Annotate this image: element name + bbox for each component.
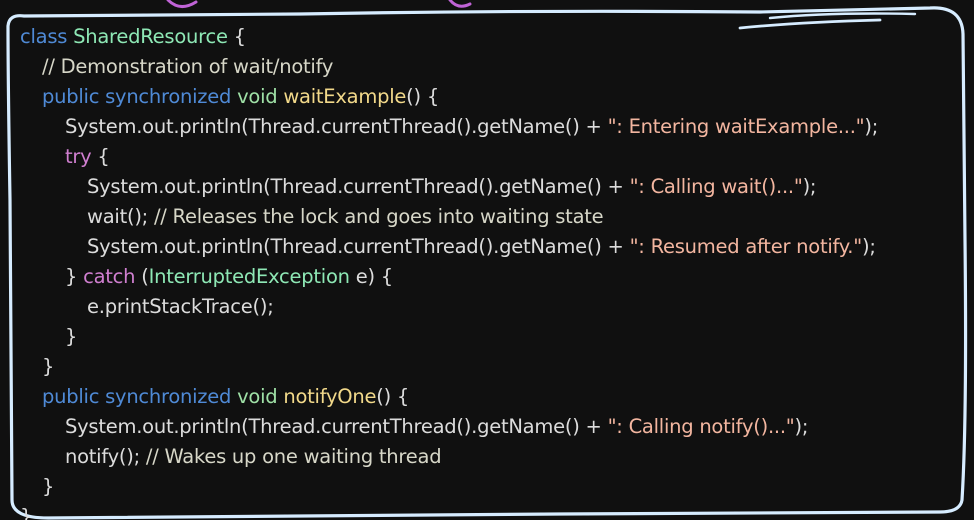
code-token-plain: System.out.println(Thread.currentThread(… [65, 415, 608, 438]
code-line: notify(); // Wakes up one waiting thread [20, 442, 950, 472]
top-scribble-left [166, 0, 198, 8]
code-token-type: void [237, 85, 284, 108]
code-line: System.out.println(Thread.currentThread(… [20, 172, 950, 202]
top-scribble-right [448, 0, 472, 8]
code-token-plain: } [65, 325, 78, 348]
code-line: public synchronized void notifyOne() { [20, 382, 950, 412]
code-line: System.out.println(Thread.currentThread(… [20, 112, 950, 142]
code-token-plain: } [42, 475, 55, 498]
code-token-plain: { [91, 145, 110, 168]
code-line: System.out.println(Thread.currentThread(… [20, 412, 950, 442]
code-token-comment: // Demonstration of wait/notify [42, 55, 334, 78]
code-token-plain: } [20, 505, 33, 520]
code-line: wait(); // Releases the lock and goes in… [20, 202, 950, 232]
code-token-method: waitExample [283, 85, 407, 108]
code-token-plain: System.out.println(Thread.currentThread(… [87, 235, 630, 258]
code-token-keyword: class [20, 25, 74, 48]
code-token-ctrl: try [65, 145, 92, 168]
code-token-plain: () { [376, 385, 410, 408]
code-token-method: notifyOne [283, 385, 377, 408]
code-line: } [20, 352, 950, 382]
code-token-plain: () { [406, 85, 439, 108]
code-token-type: void [237, 385, 284, 408]
code-token-plain: e) { [349, 265, 393, 288]
code-token-plain: System.out.println(Thread.currentThread(… [65, 115, 608, 138]
code-line: } [20, 472, 950, 502]
code-token-string: ": Resumed after notify." [629, 235, 863, 258]
code-token-plain: ); [802, 175, 817, 198]
code-token-plain: } [65, 265, 84, 288]
code-token-string: ": Calling notify()..." [607, 415, 795, 438]
code-line: } catch (InterruptedException e) { [20, 262, 950, 292]
code-token-plain: { [227, 25, 246, 48]
code-line: public synchronized void waitExample() { [20, 82, 950, 112]
code-line: try { [20, 142, 950, 172]
code-line: class SharedResource { [20, 22, 950, 52]
code-block: class SharedResource { // Demonstration o… [20, 22, 950, 520]
code-token-plain: System.out.println(Thread.currentThread(… [87, 175, 630, 198]
code-token-class: SharedResource [73, 25, 228, 48]
code-token-keyword: public synchronized [42, 385, 238, 408]
code-token-string: ": Entering waitExample..." [607, 115, 865, 138]
code-token-plain: e.printStackTrace(); [87, 295, 274, 318]
code-line: // Demonstration of wait/notify [20, 52, 950, 82]
code-token-plain: ); [861, 235, 876, 258]
code-token-plain: ); [794, 415, 809, 438]
code-token-string: ": Calling wait()..." [629, 175, 803, 198]
code-token-plain: ( [135, 265, 149, 288]
code-token-plain: notify(); [65, 445, 146, 468]
code-token-plain: ); [864, 115, 879, 138]
whiteboard-canvas: class SharedResource { // Demonstration o… [0, 0, 974, 520]
frame-extra-stroke-2 [768, 12, 917, 20]
code-line: System.out.println(Thread.currentThread(… [20, 232, 950, 262]
code-token-plain: } [42, 355, 55, 378]
code-token-ctrl: catch [83, 265, 136, 288]
code-token-comment: // Releases the lock and goes into waiti… [153, 205, 604, 228]
code-line: } [20, 322, 950, 352]
code-token-plain: wait(); [87, 205, 154, 228]
code-line: } [20, 502, 950, 520]
code-line: e.printStackTrace(); [20, 292, 950, 322]
code-token-keyword: public synchronized [42, 85, 238, 108]
code-token-class: InterruptedException [148, 265, 350, 288]
code-token-comment: // Wakes up one waiting thread [145, 445, 442, 468]
